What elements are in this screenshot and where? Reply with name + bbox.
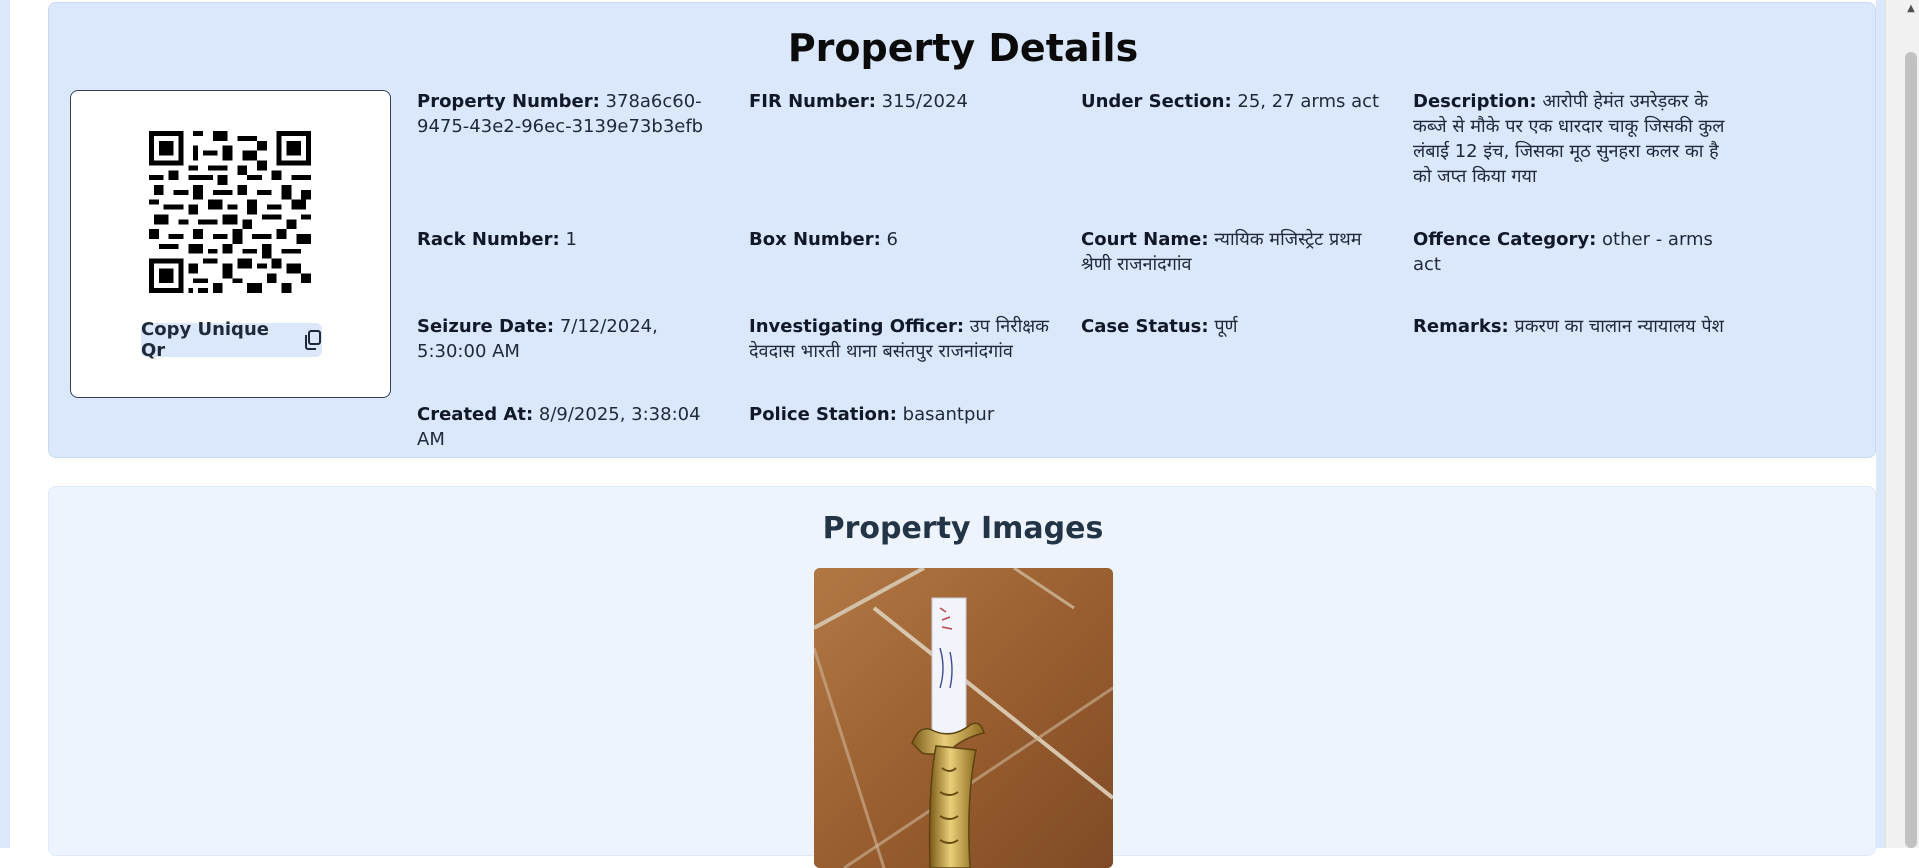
field-court-name: Court Name: न्यायिक मजिस्ट्रेट प्रथम श्र… xyxy=(1081,227,1391,277)
page-title: Property Details xyxy=(787,26,1139,70)
field-investigating-officer: Investigating Officer: उप निरीक्षक देवदा… xyxy=(749,314,1059,364)
field-label: Investigating Officer: xyxy=(749,316,965,337)
field-value: basantpur xyxy=(902,404,995,425)
field-label: Remarks: xyxy=(1413,316,1509,337)
field-label: Description: xyxy=(1413,91,1537,112)
field-property-number: Property Number: 378a6c60-9475-43e2-96ec… xyxy=(417,89,717,139)
qr-card: Copy Unique Qr xyxy=(70,90,391,398)
field-label: Court Name: xyxy=(1081,229,1209,250)
property-image[interactable] xyxy=(814,568,1113,868)
field-label: Seizure Date: xyxy=(417,316,555,337)
field-fir-number: FIR Number: 315/2024 xyxy=(749,89,1059,114)
field-created-at: Created At: 8/9/2025, 3:38:04 AM xyxy=(417,402,717,452)
scroll-up-arrow-icon[interactable]: ▲ xyxy=(1903,0,1919,16)
field-value: पूर्ण xyxy=(1214,316,1238,337)
copy-unique-qr-button[interactable]: Copy Unique Qr xyxy=(141,319,322,361)
property-images-panel: Property Images xyxy=(48,486,1876,868)
field-label: Offence Category: xyxy=(1413,229,1597,250)
page: Property Details Copy Unique Qr Property… xyxy=(0,0,1885,868)
left-gutter xyxy=(0,0,10,848)
field-label: Case Status: xyxy=(1081,316,1209,337)
field-label: Under Section: xyxy=(1081,91,1232,112)
property-photo xyxy=(814,568,1113,868)
field-label: Police Station: xyxy=(749,404,897,425)
copy-button-label: Copy Unique Qr xyxy=(141,319,269,361)
field-value: 315/2024 xyxy=(881,91,968,112)
field-label: Property Number: xyxy=(417,91,600,112)
field-rack-number: Rack Number: 1 xyxy=(417,227,717,252)
field-seizure-date: Seizure Date: 7/12/2024, 5:30:00 AM xyxy=(417,314,717,364)
field-description: Description: आरोपी हेमंत उमरेड़कर के कब्… xyxy=(1413,89,1733,189)
field-value: प्रकरण का चालान न्यायालय पेश xyxy=(1514,316,1724,337)
field-value: 6 xyxy=(886,229,898,250)
right-gutter xyxy=(1876,0,1885,848)
scrollbar-thumb[interactable] xyxy=(1905,52,1917,848)
copy-icon xyxy=(304,330,322,350)
field-value: 1 xyxy=(565,229,577,250)
field-label: FIR Number: xyxy=(749,91,876,112)
field-remarks: Remarks: प्रकरण का चालान न्यायालय पेश xyxy=(1413,314,1733,339)
field-label: Created At: xyxy=(417,404,534,425)
field-box-number: Box Number: 6 xyxy=(749,227,1059,252)
field-case-status: Case Status: पूर्ण xyxy=(1081,314,1391,339)
field-offence-category: Offence Category: other - arms act xyxy=(1413,227,1733,277)
section-title: Property Images xyxy=(822,511,1104,546)
qr-code xyxy=(149,131,311,293)
field-label: Rack Number: xyxy=(417,229,560,250)
field-value: 25, 27 arms act xyxy=(1237,91,1380,112)
field-police-station: Police Station: basantpur xyxy=(749,402,1059,427)
property-details-panel: Property Details Copy Unique Qr Property… xyxy=(48,2,1876,458)
field-label: Box Number: xyxy=(749,229,881,250)
field-under-section: Under Section: 25, 27 arms act xyxy=(1081,89,1391,114)
